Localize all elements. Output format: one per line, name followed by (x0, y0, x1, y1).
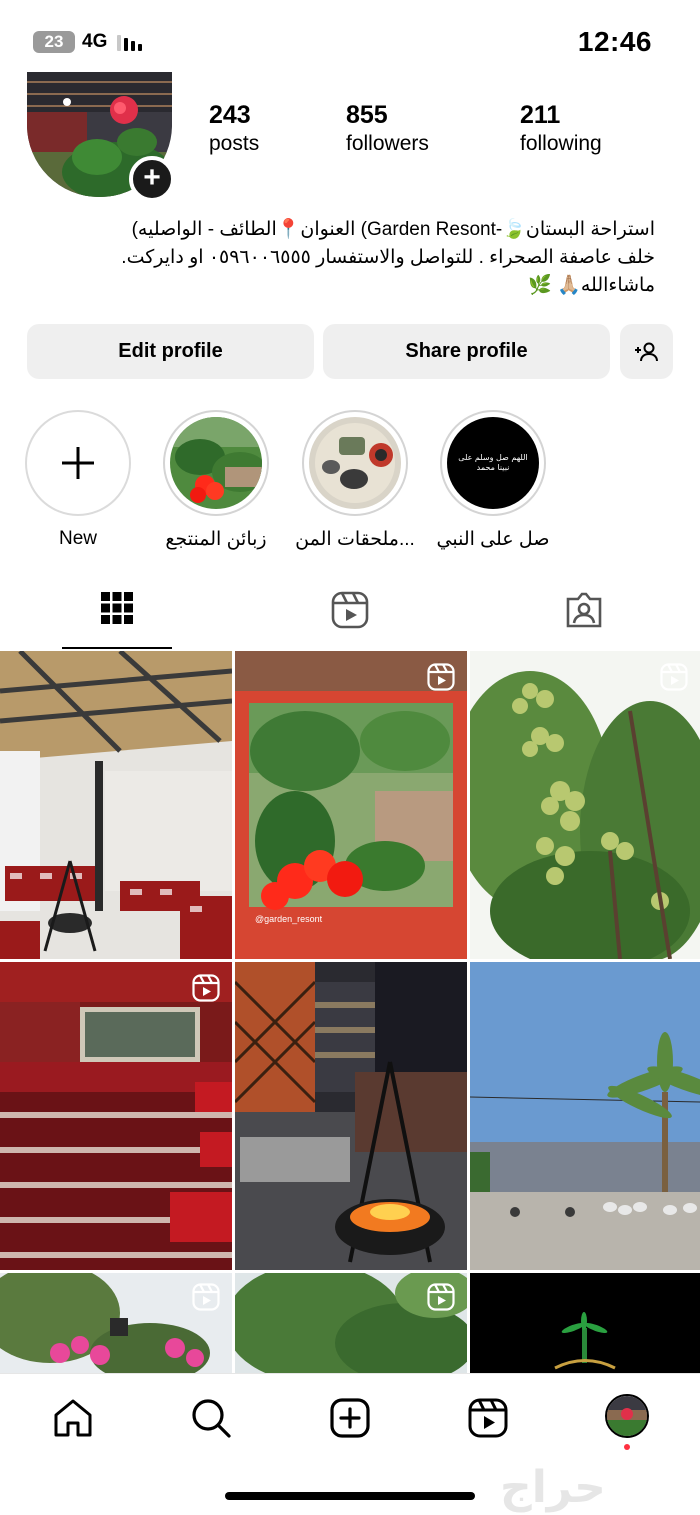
notification-dot (624, 1444, 630, 1450)
reel-badge-icon (427, 663, 455, 691)
reel-badge-icon (660, 663, 688, 691)
following-label: following (520, 132, 602, 155)
posts-count: 243 (209, 101, 251, 129)
following-stat[interactable]: 211 following (520, 100, 602, 158)
active-tab-indicator (62, 647, 172, 649)
highlight-label: زبائن المنتجع (165, 529, 267, 550)
highlight-label: صل على النبي (436, 529, 550, 550)
reels-icon (468, 1398, 508, 1438)
create-icon (330, 1398, 370, 1438)
grid-post[interactable] (0, 1273, 232, 1373)
nav-search[interactable] (187, 1394, 235, 1442)
bio-line: ماشاءالله🙏🏼 🌿 (528, 275, 655, 296)
plus-icon (62, 447, 94, 479)
nav-reels[interactable] (464, 1394, 512, 1442)
nav-create[interactable] (326, 1394, 374, 1442)
tab-tagged[interactable] (467, 585, 700, 645)
reel-badge-icon (427, 1283, 455, 1311)
following-count: 211 (520, 101, 561, 129)
tagged-icon (566, 592, 601, 628)
followers-label: followers (346, 132, 429, 155)
followers-count: 855 (346, 101, 388, 129)
reel-badge-icon (192, 974, 220, 1002)
highlight-label: New (58, 528, 97, 549)
grid-post[interactable] (0, 651, 232, 959)
nav-home[interactable] (49, 1394, 97, 1442)
highlight-customers[interactable]: زبائن المنتجع (146, 410, 286, 551)
highlight-label: ملحقات المن... (295, 529, 415, 550)
home-indicator (225, 1492, 475, 1500)
grid-post[interactable] (470, 651, 700, 959)
grid-icon (100, 592, 133, 624)
story-caption: @garden_resont (255, 914, 323, 924)
posts-stat[interactable]: 243 posts (209, 100, 259, 158)
posts-label: posts (209, 132, 260, 155)
bottom-navigation: حراج (0, 1373, 700, 1515)
followers-stat[interactable]: 855 followers (346, 100, 429, 158)
reel-badge-icon (192, 1283, 220, 1311)
watermark-logo: حراج (500, 1462, 606, 1513)
highlight-prayer[interactable]: اللهم صل وسلم على نبينا محمد صل على النب… (423, 410, 563, 551)
status-bar: 23 4G 12:46 (0, 0, 700, 80)
nav-profile-avatar[interactable] (605, 1394, 649, 1438)
reels-icon (331, 591, 368, 629)
grid-post[interactable] (0, 962, 232, 1270)
profile-bio: استراحة البستان🍃-Garden Resont) العنوان📍… (25, 216, 655, 300)
status-time: 12:46 (577, 26, 652, 57)
discover-people-button[interactable] (620, 324, 673, 379)
highlight-cover-text: اللهم صل وسلم على نبينا محمد (458, 453, 528, 472)
battery-indicator: 23 (33, 31, 75, 53)
grid-post[interactable] (235, 962, 467, 1270)
bio-line: استراحة البستان🍃-Garden Resont) العنوان📍… (131, 219, 655, 240)
home-icon (54, 1399, 92, 1437)
add-story-button[interactable]: + (129, 156, 175, 202)
grid-post[interactable] (235, 1273, 467, 1373)
edit-profile-button[interactable]: Edit profile (27, 324, 314, 379)
share-profile-button[interactable]: Share profile (323, 324, 610, 379)
highlight-annexes[interactable]: ملحقات المن... (285, 410, 425, 551)
highlight-new[interactable]: New (8, 410, 148, 550)
tab-reels[interactable] (233, 585, 466, 645)
network-type: 4G (82, 31, 108, 52)
bio-line: خلف عاصفة الصحراء . للتواصل والاستفسار ٠… (121, 247, 655, 268)
grid-post[interactable] (470, 1273, 700, 1373)
grid-post[interactable] (470, 962, 700, 1270)
tab-posts-grid[interactable] (0, 585, 233, 645)
search-icon (192, 1399, 231, 1438)
add-person-icon (634, 342, 658, 361)
grid-post[interactable]: @garden_resont (235, 651, 467, 959)
signal-icon (117, 33, 142, 51)
